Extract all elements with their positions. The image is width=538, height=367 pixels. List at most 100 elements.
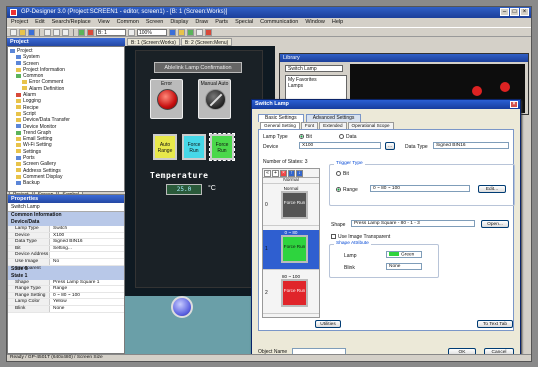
menu-item-screen[interactable]: Screen bbox=[146, 18, 163, 27]
switch-force-run-1[interactable]: Force Run bbox=[182, 134, 206, 160]
range-field[interactable]: 0 ~ 80 ~ 100 bbox=[370, 185, 470, 192]
menu-item-communication[interactable]: Communication bbox=[260, 18, 298, 27]
dialog-tab[interactable]: Advanced Settings bbox=[305, 114, 362, 122]
minimize-icon[interactable]: – bbox=[500, 8, 509, 16]
menu-item-display[interactable]: Display bbox=[170, 18, 188, 27]
blink-select[interactable]: None bbox=[386, 263, 422, 270]
save-icon[interactable] bbox=[28, 28, 35, 36]
property-value[interactable]: Setting... bbox=[50, 246, 124, 252]
menu-item-project[interactable]: Project bbox=[11, 18, 28, 27]
text-icon[interactable] bbox=[196, 28, 203, 36]
menu-item-special[interactable]: Special bbox=[235, 18, 253, 27]
menu-item-parts[interactable]: Parts bbox=[215, 18, 228, 27]
property-row[interactable]: Lamp Color Yellow bbox=[8, 299, 124, 306]
dialog-tab[interactable]: Basic Settings bbox=[258, 114, 304, 122]
property-value[interactable] bbox=[50, 252, 124, 258]
state-row[interactable]: 2 80 ~ 100 Force Run bbox=[263, 274, 319, 314]
manual-auto-selector-part[interactable]: Manual Auto bbox=[198, 79, 231, 119]
temperature-display[interactable]: 25.0 bbox=[166, 184, 202, 195]
use-transparent-checkbox[interactable]: Use Image Transparent bbox=[331, 234, 390, 240]
property-value[interactable]: Signed BIN16 bbox=[50, 239, 124, 245]
property-value[interactable]: 0 ~ 80 ~ 100 bbox=[50, 293, 124, 299]
menu-item-draw[interactable]: Draw bbox=[195, 18, 208, 27]
menu-item-common[interactable]: Common bbox=[117, 18, 139, 27]
device-picker-button[interactable]: … bbox=[385, 142, 395, 150]
library-category-combo[interactable]: Switch Lamp bbox=[285, 65, 343, 72]
document-tab[interactable]: B: 1 (Screen:Works) bbox=[127, 38, 180, 46]
property-row[interactable]: Lamp Type Switch bbox=[8, 226, 124, 233]
trigger-bit-radio[interactable]: Bit bbox=[336, 171, 349, 177]
paste-icon[interactable] bbox=[62, 28, 69, 36]
trigger-range-radio[interactable]: Range bbox=[336, 187, 358, 193]
simulation-icon[interactable] bbox=[87, 28, 94, 36]
new-icon[interactable] bbox=[10, 28, 17, 36]
shape-open-button[interactable]: Open... bbox=[481, 220, 509, 228]
lamp-color-select[interactable]: Green bbox=[386, 251, 422, 258]
property-category[interactable]: Device/Data bbox=[8, 219, 124, 226]
property-value[interactable]: Press Lamp Square 1 bbox=[50, 280, 124, 286]
switch-icon[interactable] bbox=[187, 28, 194, 36]
properties-selected-object[interactable]: Switch Lamp bbox=[8, 203, 124, 212]
data-type-select[interactable]: Signed BIN16 bbox=[433, 142, 509, 149]
lamp-icon[interactable] bbox=[178, 28, 185, 36]
property-row[interactable]: Blink None bbox=[8, 305, 124, 313]
lamp-preview-icon[interactable] bbox=[472, 86, 482, 96]
menu-item-view[interactable]: View bbox=[98, 18, 110, 27]
state-row[interactable]: 10 ~ 80 Force Run bbox=[263, 230, 319, 270]
banner-label[interactable]: Ablelink Lamp Confirmation bbox=[154, 62, 242, 73]
grid-icon[interactable] bbox=[169, 28, 176, 36]
lamp-type-bit-radio[interactable]: Bit bbox=[299, 134, 312, 140]
lamp-type-data-radio[interactable]: Data bbox=[339, 134, 357, 140]
screen-canvas[interactable]: Ablelink Lamp Confirmation Error Manual … bbox=[135, 50, 263, 288]
switch-force-run-2[interactable]: Force Run bbox=[209, 133, 235, 161]
range-edit-button[interactable]: Edit... bbox=[478, 185, 506, 193]
menu-item-edit[interactable]: Edit bbox=[35, 18, 44, 27]
property-value[interactable]: No bbox=[50, 259, 124, 265]
document-tab[interactable]: B: 2 (Screen:Menu) bbox=[180, 38, 233, 46]
dialog-close-icon[interactable]: × bbox=[510, 101, 518, 108]
tree-item[interactable]: Backup bbox=[10, 180, 122, 186]
shape-icon[interactable] bbox=[205, 28, 212, 36]
blue-lamp-part[interactable] bbox=[171, 296, 193, 318]
screen-combo[interactable]: B: 1 bbox=[96, 28, 126, 36]
property-row[interactable]: Device Address bbox=[8, 252, 124, 259]
property-category[interactable]: State 0 bbox=[8, 265, 124, 273]
copy-icon[interactable] bbox=[53, 28, 60, 36]
menu-item-window[interactable]: Window bbox=[305, 18, 325, 27]
error-lamp-part[interactable]: Error bbox=[150, 79, 183, 119]
property-value[interactable]: X100 bbox=[50, 233, 124, 239]
app-icon bbox=[10, 9, 17, 16]
property-value[interactable]: None bbox=[50, 306, 124, 312]
lamp-preview-icon[interactable] bbox=[500, 82, 510, 92]
state-row[interactable]: 0 Normal Force Run bbox=[263, 186, 319, 226]
cut-icon[interactable] bbox=[44, 28, 51, 36]
states-add-icon[interactable]: + bbox=[272, 170, 279, 177]
states-up-icon[interactable]: ↑ bbox=[288, 170, 295, 177]
states-down-icon[interactable]: ↓ bbox=[296, 170, 303, 177]
to-text-tab-button[interactable]: To Text Tab bbox=[477, 320, 513, 328]
property-value[interactable]: Switch bbox=[50, 226, 124, 232]
library-list-item[interactable]: Lamps bbox=[288, 83, 344, 89]
zoom-in-icon[interactable] bbox=[128, 28, 135, 36]
menu-item-search-replace[interactable]: Search/Replace bbox=[52, 18, 91, 27]
property-row[interactable]: Use Image Transparent No bbox=[8, 258, 124, 271]
radio-icon bbox=[339, 134, 344, 140]
transfer-icon[interactable] bbox=[78, 28, 85, 36]
states-delete-icon[interactable]: × bbox=[280, 170, 287, 177]
property-category[interactable]: State 1 bbox=[8, 272, 124, 280]
utilities-button[interactable]: Utilities bbox=[315, 320, 341, 328]
device-field[interactable]: X100 bbox=[299, 142, 381, 149]
switch-auto-range[interactable]: Auto Range bbox=[153, 134, 177, 160]
zoom-combo[interactable]: 100% bbox=[137, 28, 167, 36]
property-value[interactable]: Yellow bbox=[50, 299, 124, 305]
maximize-icon[interactable]: □ bbox=[510, 8, 519, 16]
shape-field[interactable]: Press Lamp Square - 80 - 1 - 3 bbox=[351, 220, 475, 227]
menu-item-help[interactable]: Help bbox=[332, 18, 343, 27]
close-icon[interactable]: × bbox=[520, 8, 529, 16]
property-category[interactable]: Common Information bbox=[8, 212, 124, 219]
property-row[interactable]: Data Type Signed BIN16 bbox=[8, 239, 124, 246]
states-first-icon[interactable]: « bbox=[264, 170, 271, 177]
property-row[interactable]: Range Type Range bbox=[8, 286, 124, 293]
open-icon[interactable] bbox=[19, 28, 26, 36]
property-value[interactable]: Range bbox=[50, 286, 124, 292]
